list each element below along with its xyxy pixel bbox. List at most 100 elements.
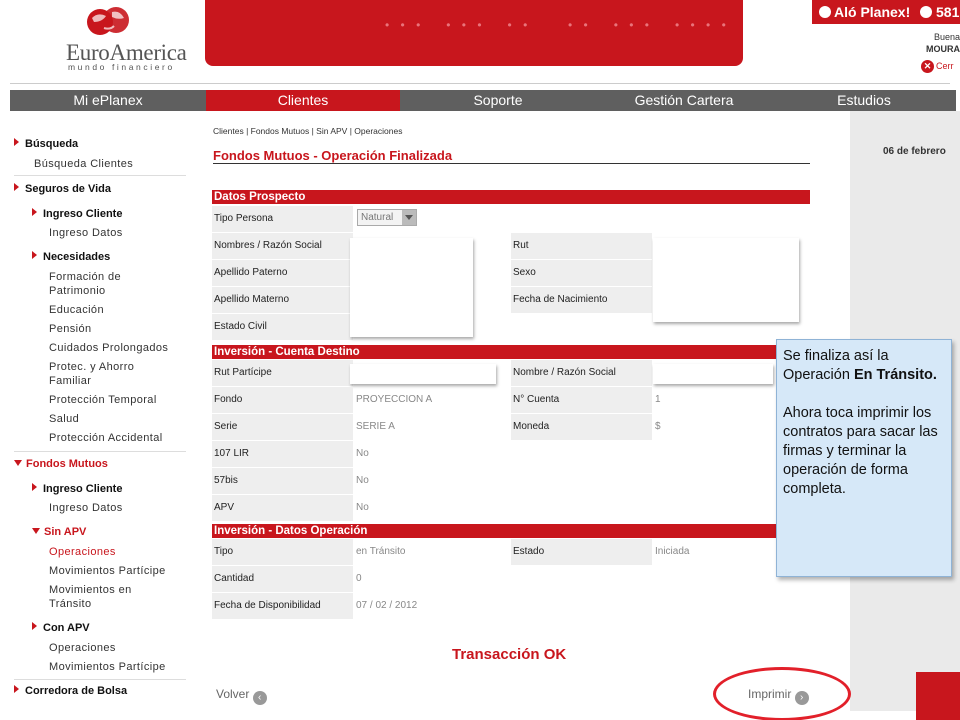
fondo-value: PROYECCION A bbox=[356, 394, 433, 405]
tipo-value: en Tránsito bbox=[356, 546, 406, 557]
moneda-value: $ bbox=[655, 421, 661, 432]
alo-planex-label: Aló Planex! bbox=[834, 4, 911, 20]
sidebar-item-cuidados[interactable]: Cuidados Prolongados bbox=[49, 341, 168, 355]
sidebar-item-ingreso-datos-fm[interactable]: Ingreso Datos bbox=[49, 501, 123, 515]
n-cuenta-value: 1 bbox=[655, 394, 661, 405]
breadcrumb: Clientes | Fondos Mutuos | Sin APV | Ope… bbox=[213, 126, 403, 136]
fecha-disponibilidad-label: Fecha de Disponibilidad bbox=[212, 593, 353, 619]
chevron-down-icon bbox=[14, 460, 22, 466]
57bis-label: 57bis bbox=[212, 468, 353, 494]
tab-mi-eplanex[interactable]: Mi ePlanex bbox=[10, 90, 206, 111]
tab-soporte[interactable]: Soporte bbox=[400, 90, 596, 111]
sidebar-item-protec-ahorro-2[interactable]: Familiar bbox=[49, 374, 91, 388]
sidebar-seguros-vida[interactable]: Seguros de Vida bbox=[14, 182, 111, 196]
sidebar-label: Búsqueda bbox=[25, 138, 79, 150]
current-date: 06 de febrero bbox=[883, 146, 946, 157]
logout-link[interactable]: ✕ Cerr bbox=[921, 60, 954, 73]
close-icon: ✕ bbox=[921, 60, 934, 73]
chevron-right-icon bbox=[14, 183, 19, 191]
sidebar-item-protec-ahorro[interactable]: Protec. y Ahorro bbox=[49, 360, 134, 374]
euroamerica-logo[interactable]: EuroAmerica mundo financiero bbox=[66, 2, 187, 74]
section-datos-operacion: Inversión - Datos Operación bbox=[212, 524, 810, 538]
chevron-down-icon bbox=[32, 528, 40, 534]
redacted-box bbox=[350, 238, 473, 337]
tipo-persona-select[interactable]: Natural bbox=[357, 209, 417, 226]
chevron-right-icon bbox=[14, 138, 19, 146]
sidebar-item-operaciones[interactable]: Operaciones bbox=[49, 545, 116, 559]
sidebar-divider bbox=[14, 175, 186, 176]
rut-participe-label: Rut Partícipe bbox=[212, 360, 353, 386]
sidebar-label: Sin APV bbox=[44, 526, 87, 538]
tipo-label: Tipo bbox=[212, 539, 353, 565]
main-nav: Mi ePlanex Clientes Soporte Gestión Cart… bbox=[10, 90, 956, 111]
section-datos-prospecto: Datos Prospecto bbox=[212, 190, 810, 204]
moneda-label: Moneda bbox=[511, 414, 652, 440]
nombre-razon-label: Nombre / Razón Social bbox=[511, 360, 652, 386]
phone-number: 581 bbox=[936, 4, 960, 20]
sidebar-label: Corredora de Bolsa bbox=[25, 685, 128, 697]
sidebar-item-movimientos-transito-2[interactable]: Tránsito bbox=[49, 597, 92, 611]
sidebar-sin-apv[interactable]: Sin APV bbox=[32, 525, 86, 539]
corner-decoration bbox=[916, 672, 960, 720]
sidebar-ingreso-cliente-vida[interactable]: Ingreso Cliente bbox=[32, 207, 122, 221]
logout-label: Cerr bbox=[936, 61, 954, 71]
sidebar-label: Seguros de Vida bbox=[25, 183, 111, 195]
sidebar-necesidades[interactable]: Necesidades bbox=[32, 250, 110, 264]
sidebar-item-movimientos-participe[interactable]: Movimientos Partícipe bbox=[49, 564, 166, 578]
sidebar-corredora[interactable]: Corredora de Bolsa bbox=[14, 684, 127, 698]
sexo-label: Sexo bbox=[511, 260, 652, 286]
redacted-box bbox=[350, 364, 496, 384]
tab-estudios[interactable]: Estudios bbox=[772, 90, 956, 111]
alo-planex-bar[interactable]: Aló Planex! 581 bbox=[812, 0, 960, 24]
cantidad-value: 0 bbox=[356, 573, 362, 584]
page-title: Fondos Mutuos - Operación Finalizada bbox=[213, 148, 453, 163]
estado-label: Estado bbox=[511, 539, 652, 565]
fondo-label: Fondo bbox=[212, 387, 353, 413]
brand-tagline: mundo financiero bbox=[68, 62, 175, 72]
sidebar-item-operaciones-apv[interactable]: Operaciones bbox=[49, 641, 116, 655]
sidebar-item-salud[interactable]: Salud bbox=[49, 412, 79, 426]
sidebar-item-formacion[interactable]: Formación de bbox=[49, 270, 121, 284]
serie-value: SERIE A bbox=[356, 421, 395, 432]
callout-paragraph-2: Ahora toca imprimir los contratos para s… bbox=[783, 405, 938, 497]
sidebar-con-apv[interactable]: Con APV bbox=[32, 621, 90, 635]
sidebar-item-busqueda-clientes[interactable]: Búsqueda Clientes bbox=[34, 157, 133, 171]
sidebar-fondos-mutuos[interactable]: Fondos Mutuos bbox=[14, 457, 108, 471]
rut-label: Rut bbox=[511, 233, 652, 259]
57bis-value: No bbox=[356, 475, 369, 486]
sidebar-item-proteccion-temporal[interactable]: Protección Temporal bbox=[49, 393, 157, 407]
chevron-right-icon bbox=[32, 208, 37, 216]
chevron-left-icon: ‹ bbox=[252, 691, 267, 705]
fecha-disponibilidad-value: 07 / 02 / 2012 bbox=[356, 600, 418, 611]
sidebar-item-educacion[interactable]: Educación bbox=[49, 303, 104, 317]
tab-gestion-cartera[interactable]: Gestión Cartera bbox=[596, 90, 772, 111]
user-name: MOURA bbox=[926, 44, 960, 54]
header-divider bbox=[10, 83, 950, 84]
redacted-box bbox=[653, 238, 799, 322]
sidebar-item-movimientos-transito[interactable]: Movimientos en bbox=[49, 583, 132, 597]
banner-decoration: • • • • • • • • • • • • • • • • • bbox=[385, 18, 730, 32]
fecha-nacimiento-label: Fecha de Nacimiento bbox=[511, 287, 652, 313]
user-greeting: Buena MOURA bbox=[917, 31, 960, 55]
chevron-right-icon bbox=[32, 251, 37, 259]
chevron-right-icon bbox=[14, 685, 19, 693]
estado-value: Iniciada bbox=[655, 546, 690, 557]
sidebar-item-movimientos-participe-apv[interactable]: Movimientos Partícipe bbox=[49, 660, 166, 674]
sidebar-item-formacion-2[interactable]: Patrimonio bbox=[49, 284, 106, 298]
serie-label: Serie bbox=[212, 414, 353, 440]
phone-icon bbox=[920, 6, 932, 18]
nombres-label: Nombres / Razón Social bbox=[212, 233, 353, 259]
sidebar-busqueda[interactable]: Búsqueda bbox=[14, 137, 78, 151]
estado-civil-label: Estado Civil bbox=[212, 314, 353, 340]
apv-value: No bbox=[356, 502, 369, 513]
volver-button[interactable]: Volver ‹ bbox=[216, 687, 267, 705]
annotation-callout: Se finaliza así la Operación En Tránsito… bbox=[776, 339, 952, 577]
chevron-down-icon bbox=[402, 210, 416, 225]
redacted-box bbox=[653, 364, 773, 384]
sidebar-ingreso-cliente-fm[interactable]: Ingreso Cliente bbox=[32, 482, 122, 496]
sidebar-item-proteccion-accidental[interactable]: Protección Accidental bbox=[49, 431, 163, 445]
tab-clientes[interactable]: Clientes bbox=[206, 90, 400, 111]
sidebar-divider bbox=[14, 451, 186, 452]
sidebar-item-pension[interactable]: Pensión bbox=[49, 322, 92, 336]
sidebar-item-ingreso-datos-vida[interactable]: Ingreso Datos bbox=[49, 226, 123, 240]
